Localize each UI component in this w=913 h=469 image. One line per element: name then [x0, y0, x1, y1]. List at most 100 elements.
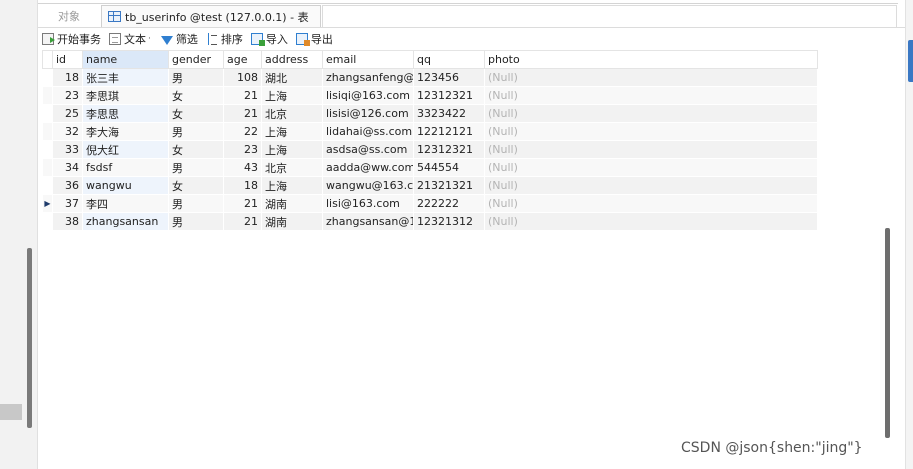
cell-name[interactable]: fsdsf [82, 158, 169, 177]
current-row-indicator-icon[interactable]: ▶ [42, 194, 53, 213]
column-header-name[interactable]: name [82, 50, 169, 69]
column-header-id[interactable]: id [52, 50, 83, 69]
cell-photo[interactable]: (Null) [484, 86, 818, 105]
column-header-gender[interactable]: gender [168, 50, 224, 69]
cell-name[interactable]: zhangsansan [82, 212, 169, 231]
cell-gender[interactable]: 女 [168, 104, 224, 123]
column-header-address[interactable]: address [261, 50, 323, 69]
cell-name[interactable]: 倪大红 [82, 140, 169, 159]
tab-objects[interactable]: 对象 [58, 5, 80, 27]
begin-transaction-button[interactable]: 开始事务 [42, 31, 101, 47]
cell-qq[interactable]: 222222 [413, 194, 485, 213]
cell-gender[interactable]: 女 [168, 176, 224, 195]
filter-button[interactable]: 筛选 [160, 31, 198, 47]
cell-email[interactable]: asdsa@ss.com [322, 140, 414, 159]
cell-email[interactable]: lisisi@126.com [322, 104, 414, 123]
table-row[interactable]: 25 李思思 女 21 北京 lisisi@126.com 3323422 (N… [42, 104, 818, 123]
cell-address[interactable]: 上海 [261, 86, 323, 105]
table-row[interactable]: 32 李大海 男 22 上海 lidahai@ss.com 12212121 (… [42, 122, 818, 141]
text-button[interactable]: 文本 · [109, 31, 153, 47]
cell-email[interactable]: zhangsanfeng@1 [322, 68, 414, 87]
cell-photo[interactable]: (Null) [484, 140, 818, 159]
row-indicator[interactable] [42, 140, 53, 159]
cell-qq[interactable]: 544554 [413, 158, 485, 177]
sort-button[interactable]: 排序 [206, 31, 243, 47]
column-header-qq[interactable]: qq [413, 50, 485, 69]
cell-photo[interactable]: (Null) [484, 212, 818, 231]
cell-age[interactable]: 21 [223, 194, 262, 213]
cell-qq[interactable]: 12212121 [413, 122, 485, 141]
cell-photo[interactable]: (Null) [484, 194, 818, 213]
cell-address[interactable]: 上海 [261, 140, 323, 159]
cell-photo[interactable]: (Null) [484, 122, 818, 141]
cell-gender[interactable]: 男 [168, 212, 224, 231]
cell-email[interactable]: zhangsansan@1€ [322, 212, 414, 231]
cell-email[interactable]: aadda@ww.com [322, 158, 414, 177]
column-header-age[interactable]: age [223, 50, 262, 69]
cell-name[interactable]: 李思思 [82, 104, 169, 123]
cell-id[interactable]: 33 [52, 140, 83, 159]
cell-id[interactable]: 25 [52, 104, 83, 123]
table-row-current[interactable]: ▶ 37 李四 男 21 湖南 lisi@163.com 222222 (Nul… [42, 194, 818, 213]
cell-age[interactable]: 108 [223, 68, 262, 87]
row-indicator[interactable] [42, 158, 53, 177]
row-indicator[interactable] [42, 86, 53, 105]
cell-photo[interactable]: (Null) [484, 68, 818, 87]
cell-name[interactable]: 李四 [82, 194, 169, 213]
column-header-photo[interactable]: photo [484, 50, 818, 69]
cell-address[interactable]: 北京 [261, 104, 323, 123]
table-row[interactable]: 38 zhangsansan 男 21 湖南 zhangsansan@1€ 12… [42, 212, 818, 231]
cell-email[interactable]: lisiqi@163.com [322, 86, 414, 105]
cell-id[interactable]: 38 [52, 212, 83, 231]
cell-address[interactable]: 上海 [261, 176, 323, 195]
cell-photo[interactable]: (Null) [484, 176, 818, 195]
cell-gender[interactable]: 男 [168, 68, 224, 87]
table-row[interactable]: 18 张三丰 男 108 湖北 zhangsanfeng@1 123456 (N… [42, 68, 818, 87]
cell-age[interactable]: 43 [223, 158, 262, 177]
cell-gender[interactable]: 女 [168, 86, 224, 105]
left-panel-scrollbar[interactable] [27, 248, 32, 428]
cell-age[interactable]: 22 [223, 122, 262, 141]
table-row[interactable]: 23 李思琪 女 21 上海 lisiqi@163.com 12312321 (… [42, 86, 818, 105]
cell-id[interactable]: 18 [52, 68, 83, 87]
table-row[interactable]: 34 fsdsf 男 43 北京 aadda@ww.com 544554 (Nu… [42, 158, 818, 177]
cell-id[interactable]: 37 [52, 194, 83, 213]
cell-photo[interactable]: (Null) [484, 104, 818, 123]
cell-age[interactable]: 21 [223, 212, 262, 231]
cell-address[interactable]: 上海 [261, 122, 323, 141]
cell-gender[interactable]: 男 [168, 194, 224, 213]
row-indicator[interactable] [42, 176, 53, 195]
cell-photo[interactable]: (Null) [484, 158, 818, 177]
row-indicator[interactable] [42, 68, 53, 87]
row-indicator[interactable] [42, 212, 53, 231]
cell-email[interactable]: lisi@163.com [322, 194, 414, 213]
right-side-panel-tab[interactable] [908, 40, 913, 82]
cell-age[interactable]: 18 [223, 176, 262, 195]
cell-qq[interactable]: 12312321 [413, 86, 485, 105]
cell-id[interactable]: 23 [52, 86, 83, 105]
row-indicator[interactable] [42, 104, 53, 123]
cell-qq[interactable]: 123456 [413, 68, 485, 87]
cell-age[interactable]: 23 [223, 140, 262, 159]
cell-name[interactable]: 李思琪 [82, 86, 169, 105]
cell-email[interactable]: wangwu@163.co [322, 176, 414, 195]
cell-id[interactable]: 34 [52, 158, 83, 177]
table-row[interactable]: 33 倪大红 女 23 上海 asdsa@ss.com 12312321 (Nu… [42, 140, 818, 159]
export-button[interactable]: 导出 [295, 31, 333, 47]
row-indicator[interactable] [42, 122, 53, 141]
tab-table-tb-userinfo[interactable]: tb_userinfo @test (127.0.0.1) - 表 [101, 5, 321, 27]
cell-address[interactable]: 湖南 [261, 212, 323, 231]
cell-age[interactable]: 21 [223, 86, 262, 105]
cell-name[interactable]: 李大海 [82, 122, 169, 141]
cell-address[interactable]: 北京 [261, 158, 323, 177]
cell-id[interactable]: 32 [52, 122, 83, 141]
cell-gender[interactable]: 女 [168, 140, 224, 159]
cell-age[interactable]: 21 [223, 104, 262, 123]
cell-name[interactable]: wangwu [82, 176, 169, 195]
import-button[interactable]: 导入 [250, 31, 288, 47]
cell-qq[interactable]: 12321312 [413, 212, 485, 231]
cell-gender[interactable]: 男 [168, 122, 224, 141]
cell-email[interactable]: lidahai@ss.com [322, 122, 414, 141]
grid-vertical-scrollbar-thumb[interactable] [885, 228, 890, 438]
cell-address[interactable]: 湖北 [261, 68, 323, 87]
